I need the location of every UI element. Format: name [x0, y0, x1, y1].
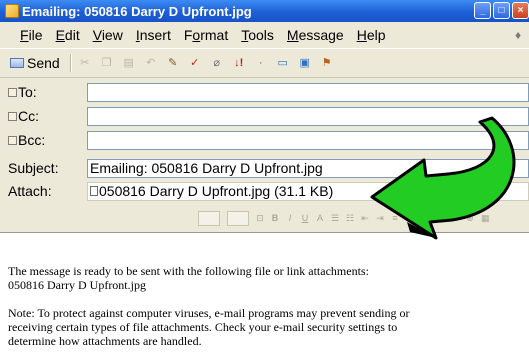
menu-tools-label: ools — [248, 27, 274, 43]
throbber-icon: ♦ — [515, 28, 522, 42]
address-book-icon — [8, 135, 17, 145]
toolbar-separator — [69, 54, 72, 72]
font-color-icon[interactable]: A — [316, 213, 324, 223]
sign-icon[interactable]: ▭ — [276, 56, 290, 70]
subject-row: Subject: Emailing: 050816 Darry D Upfron… — [0, 157, 529, 179]
undo-icon[interactable]: ↶ — [144, 56, 158, 70]
compose-window: Emailing: 050816 Darry D Upfront.jpg _ □… — [0, 0, 529, 356]
priority-dropdown-icon[interactable]: · — [254, 56, 268, 70]
menu-bar: File Edit View Insert Format Tools Messa… — [0, 22, 529, 48]
menu-help[interactable]: Help — [355, 27, 388, 43]
envelope-app-icon — [5, 4, 19, 18]
attach-row: Attach: 050816 Darry D Upfront.jpg (31.1… — [0, 180, 529, 202]
to-label: To: — [18, 84, 37, 100]
subject-label: Subject: — [8, 160, 59, 176]
underline-icon[interactable]: U — [301, 213, 309, 223]
menu-insert[interactable]: Insert — [134, 27, 173, 43]
encrypt-icon[interactable]: ▣ — [298, 56, 312, 70]
send-button[interactable]: Send — [6, 53, 64, 73]
numbered-list-icon[interactable]: ☰ — [331, 213, 339, 224]
body-line-filename: 050816 Darry D Upfront.jpg — [8, 278, 146, 292]
send-label: Send — [27, 55, 60, 71]
priority-icon[interactable]: ↓! — [232, 56, 246, 70]
menu-file-mnemonic: F — [20, 27, 29, 43]
menu-help-mnemonic: H — [356, 27, 367, 43]
body-note-line-1: Note: To protect against computer viruse… — [8, 306, 410, 320]
menu-edit-mnemonic: E — [55, 27, 65, 43]
to-row: To: — [0, 81, 529, 103]
italic-icon[interactable]: I — [286, 213, 294, 223]
window-title: Emailing: 050816 Darry D Upfront.jpg — [22, 3, 252, 19]
minimize-icon[interactable]: _ — [474, 2, 491, 19]
to-field[interactable] — [87, 82, 529, 102]
horizontal-line-icon[interactable]: — — [451, 213, 460, 223]
subject-field[interactable]: Emailing: 050816 Darry D Upfront.jpg — [87, 158, 529, 178]
justify-icon[interactable]: ≣ — [436, 213, 444, 224]
menu-view-mnemonic: V — [92, 27, 102, 43]
check-names-icon[interactable]: ✎ — [166, 56, 180, 70]
close-icon[interactable]: × — [512, 2, 529, 19]
increase-indent-icon[interactable]: ⇥ — [376, 213, 384, 224]
cc-label: Cc: — [18, 108, 39, 124]
menu-format-label: rmat — [200, 27, 229, 43]
paste-icon[interactable]: ▤ — [122, 56, 136, 70]
copy-icon[interactable]: ❐ — [100, 56, 114, 70]
offline-icon[interactable]: ⚑ — [320, 56, 334, 70]
title-bar[interactable]: Emailing: 050816 Darry D Upfront.jpg _ □… — [0, 0, 529, 22]
body-note-line-2: receiving certain types of file attachme… — [8, 320, 398, 334]
bcc-label-button[interactable]: Bcc: — [8, 132, 45, 148]
bcc-row: Bcc: — [0, 129, 529, 151]
menu-edit-label: dit — [64, 27, 80, 43]
send-icon — [10, 58, 24, 68]
insert-picture-icon[interactable]: ▦ — [481, 213, 490, 224]
menu-help-label: elp — [366, 27, 386, 43]
cc-field[interactable] — [87, 106, 529, 126]
menu-message-mnemonic: M — [286, 27, 299, 43]
attachment-name: 050816 Darry D Upfront.jpg (31.1 KB) — [99, 182, 334, 199]
formatting-toolbar: ⊡ B I U A ☰ ☷ ⇤ ⇥ ≡ ≡ ≡ ≣ — ⊕ ▦ — [0, 207, 529, 229]
cc-row: Cc: — [0, 105, 529, 127]
file-icon — [90, 186, 98, 196]
menu-tools[interactable]: Tools — [239, 27, 276, 43]
formatting-toolbar-buttons: ⊡ B I U A ☰ ☷ ⇤ ⇥ ≡ ≡ ≡ ≣ — ⊕ ▦ — [198, 209, 529, 227]
body-line-ready: The message is ready to be sent with the… — [8, 264, 369, 278]
align-left-icon[interactable]: ≡ — [391, 213, 399, 223]
main-toolbar: Send ✂ ❐ ▤ ↶ ✎ ✓ ⌀ ↓! · ▭ ▣ ⚑ — [0, 48, 529, 78]
align-right-icon[interactable]: ≡ — [421, 213, 429, 223]
menu-edit[interactable]: Edit — [54, 27, 82, 43]
bcc-label: Bcc: — [18, 132, 46, 148]
bullet-list-icon[interactable]: ☷ — [346, 213, 354, 224]
spelling-icon[interactable]: ✓ — [188, 56, 202, 70]
menu-insert-label: nsert — [139, 27, 171, 43]
hyperlink-icon[interactable]: ⊕ — [466, 213, 474, 224]
style-icon[interactable]: ⊡ — [256, 213, 264, 224]
to-label-button[interactable]: To: — [8, 84, 37, 100]
attach-icon[interactable]: ⌀ — [210, 56, 224, 70]
menu-view-label: iew — [101, 27, 123, 43]
bcc-field[interactable] — [87, 130, 529, 150]
message-body[interactable]: The message is ready to be sent with the… — [0, 232, 529, 356]
menu-file[interactable]: File — [18, 27, 45, 43]
attach-label: Attach: — [8, 183, 52, 199]
menu-message[interactable]: Message — [285, 27, 346, 43]
menu-file-label: ile — [28, 27, 43, 43]
attach-field[interactable]: 050816 Darry D Upfront.jpg (31.1 KB) — [87, 181, 529, 201]
align-center-icon[interactable]: ≡ — [406, 213, 414, 223]
window-controls: _ □ × — [472, 2, 529, 19]
menu-format[interactable]: Format — [182, 27, 230, 43]
cut-icon[interactable]: ✂ — [78, 56, 92, 70]
maximize-icon[interactable]: □ — [493, 2, 510, 19]
body-note-line-3: determine how attachments are handled. — [8, 334, 202, 348]
decrease-indent-icon[interactable]: ⇤ — [361, 213, 369, 224]
font-size-dropdown[interactable] — [227, 210, 249, 226]
address-book-icon — [8, 111, 17, 121]
menu-view[interactable]: View — [91, 27, 125, 43]
address-book-icon — [8, 87, 17, 97]
font-name-dropdown[interactable] — [198, 210, 220, 226]
cc-label-button[interactable]: Cc: — [8, 108, 39, 124]
menu-message-label: essage — [298, 27, 344, 43]
bold-icon[interactable]: B — [271, 213, 279, 223]
attachment-item[interactable]: 050816 Darry D Upfront.jpg (31.1 KB) — [90, 183, 333, 200]
